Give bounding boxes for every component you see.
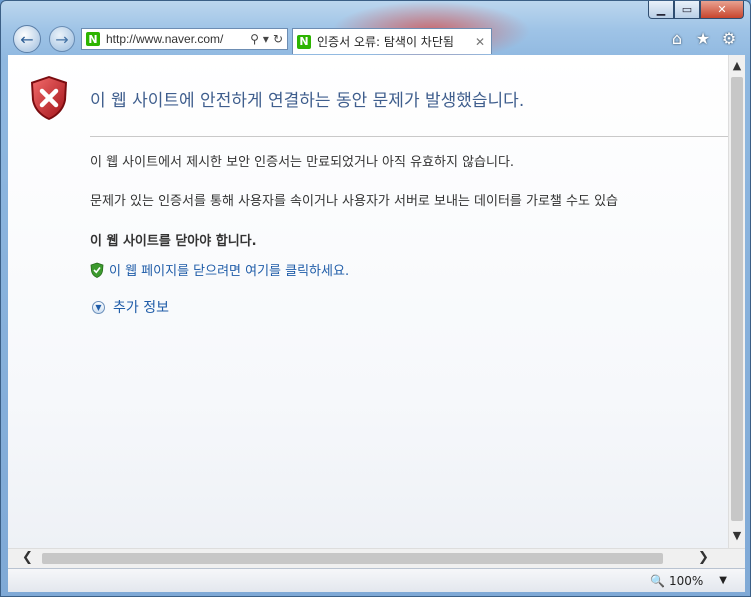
- tab-close-icon[interactable]: ✕: [475, 35, 485, 49]
- recommendation-text: 이 웹 사이트를 닫아야 합니다.: [90, 234, 257, 249]
- more-info-toggle[interactable]: ▼ 추가 정보: [92, 297, 169, 317]
- cert-expired-text: 이 웹 사이트에서 제시한 보안 인증서는 만료되었거나 아직 유효하지 않습니…: [90, 155, 515, 170]
- scroll-up-icon[interactable]: ▲: [729, 59, 745, 72]
- close-page-link[interactable]: 이 웹 페이지를 닫으려면 여기를 클릭하세요.: [109, 260, 349, 279]
- tab-certificate-error[interactable]: N 인증서 오류: 탐색이 차단됨 ✕: [292, 28, 492, 54]
- back-button[interactable]: ←: [13, 25, 41, 53]
- back-arrow-icon: ←: [20, 29, 34, 49]
- forward-button[interactable]: →: [49, 26, 75, 52]
- tab-favicon-icon: N: [297, 34, 311, 49]
- risk-warning-text: 문제가 있는 인증서를 통해 사용자를 속이거나 사용자가 서버로 보내는 데이…: [90, 194, 618, 209]
- window-controls: ▁ ▭ ✕: [648, 1, 744, 19]
- scroll-left-icon[interactable]: ❮: [22, 550, 33, 565]
- error-shield-icon: [31, 76, 67, 120]
- tab-title: 인증서 오류: 탐색이 차단됨: [317, 35, 454, 49]
- gear-icon[interactable]: ⚙: [720, 29, 738, 48]
- minimize-button[interactable]: ▁: [648, 1, 674, 19]
- zoom-control[interactable]: 🔍 100% ▼: [650, 574, 727, 588]
- green-shield-icon: [90, 262, 104, 278]
- vertical-scrollbar[interactable]: ▲ ▼: [728, 55, 745, 548]
- zoom-magnifier-icon: 🔍: [650, 573, 665, 588]
- scroll-right-icon[interactable]: ❯: [698, 550, 709, 565]
- zoom-level: 100%: [668, 573, 704, 588]
- page-content: 이 웹 사이트에 안전하게 연결하는 동안 문제가 발생했습니다. 이 웹 사이…: [8, 55, 728, 548]
- naver-favicon-icon: N: [86, 32, 100, 46]
- horizontal-scrollbar[interactable]: ❮ ❯: [8, 548, 745, 568]
- divider: [90, 136, 728, 137]
- forward-arrow-icon: →: [55, 29, 69, 49]
- home-icon[interactable]: ⌂: [668, 29, 686, 48]
- maximize-button[interactable]: ▭: [674, 1, 700, 19]
- browser-window: ▁ ▭ ✕ ← → N http://www.naver.com/ ⚲ ▾ ↻ …: [0, 0, 751, 597]
- scroll-down-icon[interactable]: ▼: [729, 529, 745, 542]
- dropdown-caret-icon[interactable]: ▾: [263, 32, 269, 46]
- status-bar: 🔍 100% ▼: [8, 568, 745, 592]
- zoom-dropdown-icon[interactable]: ▼: [719, 575, 727, 586]
- more-info-label[interactable]: 추가 정보: [113, 297, 169, 317]
- expand-chevron-icon[interactable]: ▼: [92, 300, 105, 314]
- horizontal-scroll-thumb[interactable]: [42, 553, 663, 564]
- close-page-link-row[interactable]: 이 웹 페이지를 닫으려면 여기를 클릭하세요.: [90, 260, 349, 279]
- address-bar[interactable]: N http://www.naver.com/ ⚲ ▾ ↻: [81, 28, 288, 50]
- address-text[interactable]: http://www.naver.com/: [106, 32, 250, 46]
- toolbar-icons: ⌂ ★ ⚙: [668, 29, 738, 48]
- close-window-button[interactable]: ✕: [700, 1, 744, 19]
- refresh-icon[interactable]: ↻: [273, 32, 283, 46]
- vertical-scroll-thumb[interactable]: [731, 77, 743, 521]
- search-icon[interactable]: ⚲: [250, 32, 259, 46]
- favorites-star-icon[interactable]: ★: [694, 29, 712, 48]
- page-title: 이 웹 사이트에 안전하게 연결하는 동안 문제가 발생했습니다.: [90, 91, 525, 111]
